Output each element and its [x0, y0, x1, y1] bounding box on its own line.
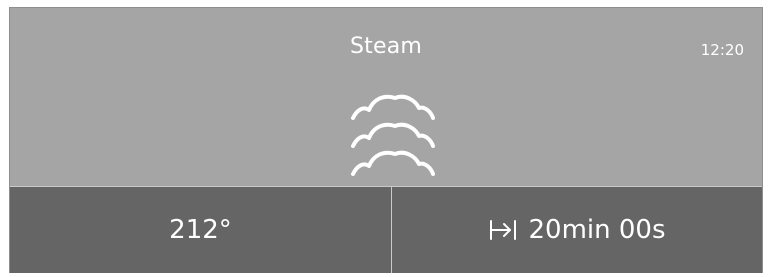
mode-title: Steam: [349, 34, 423, 59]
timer-end-icon: [490, 220, 517, 240]
timer-duration: 20min 00s: [528, 215, 666, 245]
temperature-setting[interactable]: 212°: [10, 187, 391, 273]
mode-header: Steam 12:20: [10, 8, 762, 186]
temperature-value: 212°: [169, 215, 232, 245]
timer-setting[interactable]: 20min 00s: [392, 187, 762, 273]
clock: 12:20: [700, 41, 744, 59]
oven-display-panel: Steam 12:20 212° 20min 00s: [9, 7, 763, 273]
steam-icon: [351, 94, 435, 176]
settings-bar: 212° 20min 00s: [10, 186, 762, 273]
